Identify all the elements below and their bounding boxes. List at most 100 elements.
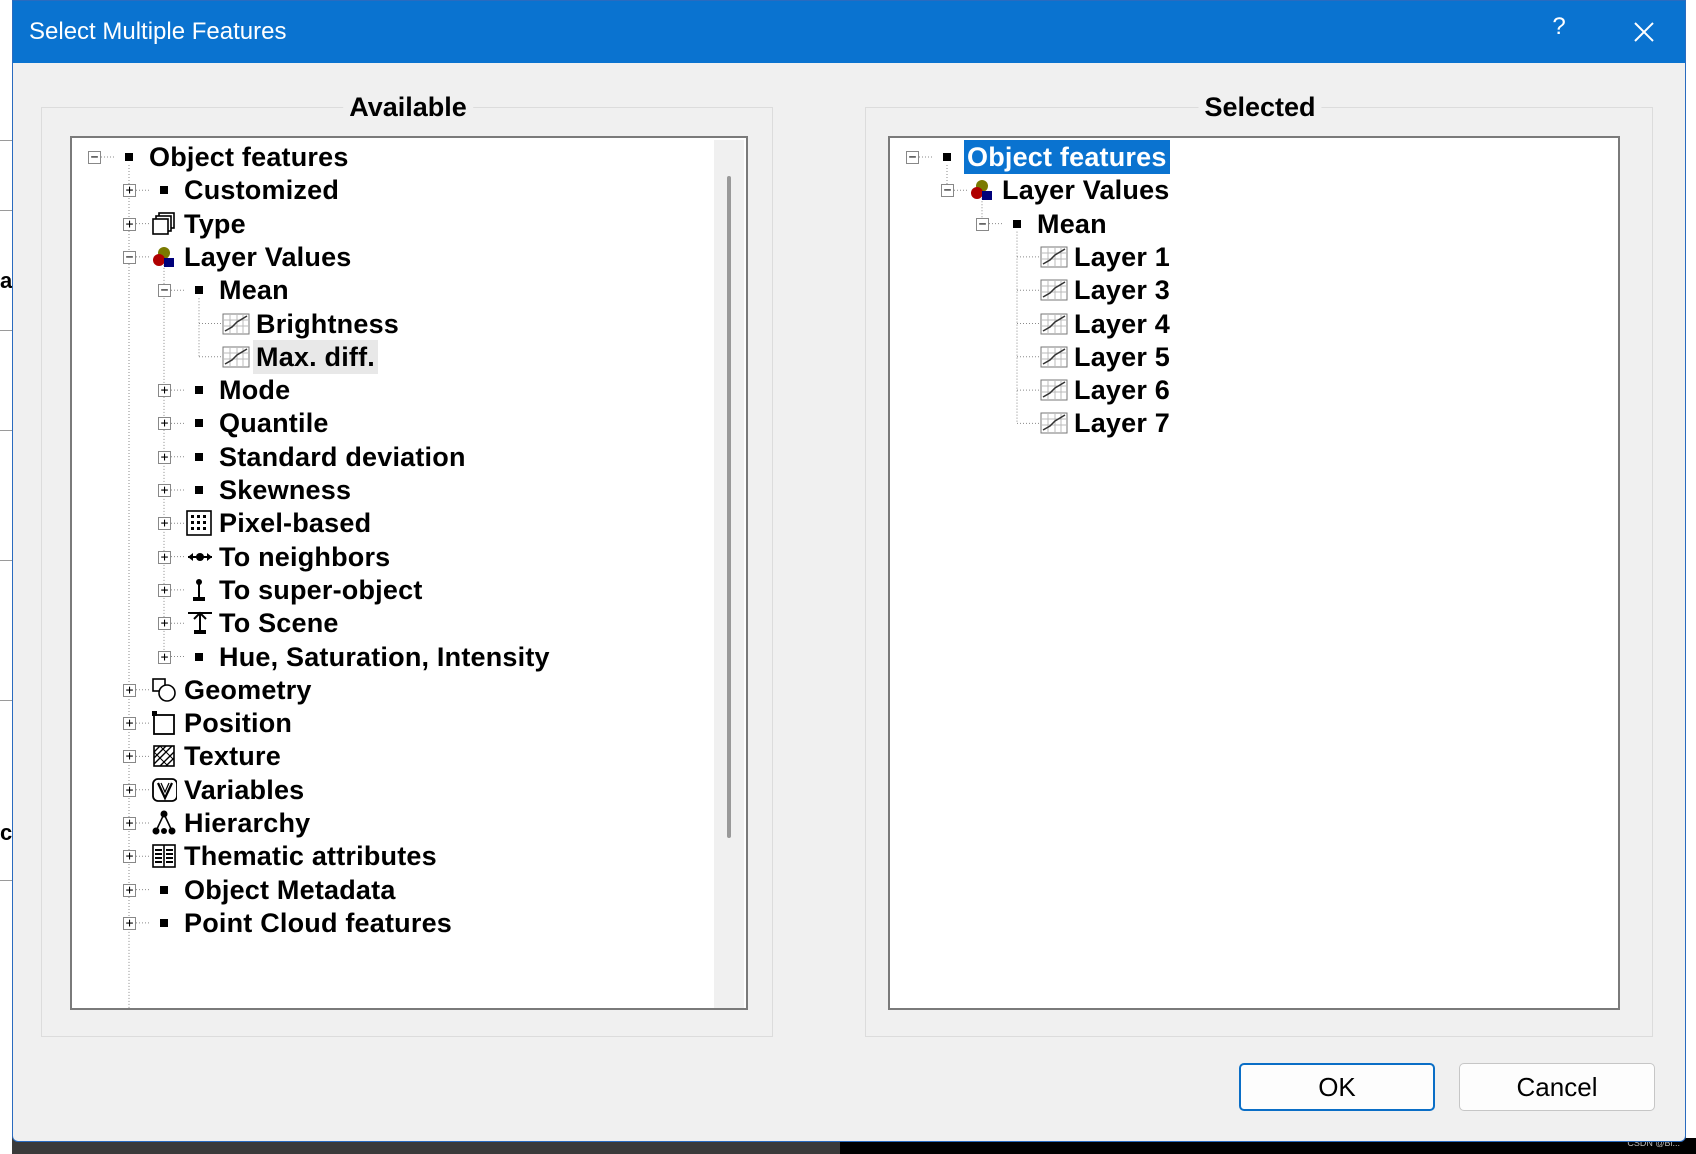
tree-item[interactable]: To Scene [216, 606, 342, 640]
tree-item[interactable]: Object features [964, 140, 1170, 174]
scrollbar-thumb[interactable] [727, 176, 731, 838]
title-bar[interactable]: Select Multiple Features ? [13, 1, 1685, 63]
background-line [0, 430, 12, 431]
cancel-button[interactable]: Cancel [1459, 1063, 1655, 1111]
tree-item[interactable]: Mode [216, 373, 293, 407]
feature-chart-icon [1039, 244, 1069, 270]
tree-item[interactable]: Layer 1 [1071, 240, 1173, 274]
tree-item[interactable]: Brightness [253, 307, 402, 341]
close-button[interactable] [1619, 9, 1667, 53]
tree-item[interactable]: Standard deviation [216, 440, 469, 474]
layer-values-icon [151, 244, 177, 270]
expand-icon[interactable]: + [158, 484, 171, 497]
feature-chart-icon [1039, 344, 1069, 370]
square-bullet-icon [186, 644, 212, 670]
tree-item-label: Standard deviation [219, 441, 466, 472]
background-line [0, 700, 12, 701]
expand-icon[interactable]: + [123, 883, 136, 897]
collapse-icon[interactable]: − [158, 284, 171, 298]
background-line [0, 210, 12, 211]
tree-item[interactable]: Type [181, 207, 249, 241]
collapse-icon[interactable]: − [123, 250, 136, 264]
feature-chart-icon [1039, 277, 1069, 303]
tree-item[interactable]: Object Metadata [181, 873, 399, 907]
available-scrollbar[interactable] [714, 140, 744, 1008]
tree-item[interactable]: Layer 4 [1071, 307, 1173, 341]
tree-item-label: To Scene [219, 608, 339, 639]
background-line [0, 880, 12, 881]
tree-item[interactable]: To neighbors [216, 540, 393, 574]
tree-item[interactable]: Max. diff. [253, 339, 379, 374]
square-bullet-icon [934, 144, 960, 170]
tree-item[interactable]: Layer 5 [1071, 340, 1173, 374]
tree-lines [919, 156, 1039, 424]
tree-item[interactable]: Skewness [216, 473, 354, 507]
square-bullet-icon [151, 877, 177, 903]
tree-item[interactable]: Layer 7 [1071, 406, 1173, 440]
tree-item[interactable]: Customized [181, 173, 342, 207]
expand-icon[interactable]: + [123, 717, 136, 731]
tree-item-label: Layer 1 [1074, 241, 1170, 272]
expand-icon[interactable]: + [123, 217, 136, 231]
square-bullet-icon [186, 377, 212, 403]
select-multiple-features-dialog: Select Multiple Features ? Available − Ob… [12, 0, 1686, 1142]
expand-icon[interactable]: + [158, 384, 171, 398]
expand-icon[interactable]: + [158, 517, 171, 531]
expand-icon[interactable]: + [123, 184, 136, 198]
tree-item[interactable]: Variables [181, 773, 307, 807]
square-bullet-icon [186, 410, 212, 436]
tree-item[interactable]: Layer 6 [1071, 373, 1173, 407]
background-window-strip: a c [0, 0, 12, 1154]
help-button[interactable]: ? [1539, 13, 1579, 41]
expand-icon[interactable]: + [123, 783, 136, 797]
selected-tree[interactable]: − Object features − Layer Values − Mean Layer … [888, 136, 1620, 1010]
tree-item-label: Object features [149, 142, 349, 172]
collapse-icon[interactable]: − [88, 151, 101, 164]
tree-item[interactable]: Mean [216, 273, 292, 307]
expand-icon[interactable]: + [123, 750, 136, 764]
expand-icon[interactable]: + [158, 650, 171, 664]
feature-chart-icon [1039, 410, 1069, 436]
feature-chart-icon [1039, 377, 1069, 403]
tree-item[interactable]: Hierarchy [181, 806, 313, 840]
tree-item-label: Hue, Saturation, Intensity [219, 641, 550, 672]
expand-icon[interactable]: + [123, 683, 136, 697]
selected-group: Selected − Object features − Layer Values − M… [865, 92, 1653, 1037]
tree-item-label: Skewness [219, 475, 352, 505]
ok-button[interactable]: OK [1239, 1063, 1435, 1111]
expand-icon[interactable]: + [158, 450, 171, 464]
tree-item[interactable]: Quantile [216, 406, 332, 440]
expand-icon[interactable]: + [123, 916, 136, 930]
expand-icon[interactable]: + [123, 817, 136, 830]
tree-item[interactable]: Point Cloud features [181, 906, 455, 940]
expand-icon[interactable]: + [158, 583, 171, 597]
available-group: Available − Object features + Customized + Ty… [41, 92, 773, 1037]
collapse-icon[interactable]: − [906, 151, 919, 164]
type-icon [151, 211, 177, 237]
tree-item[interactable]: Layer Values [999, 173, 1173, 207]
collapse-icon[interactable]: − [941, 184, 954, 198]
available-group-title: Available [343, 92, 473, 123]
tree-item[interactable]: Position [181, 706, 295, 740]
expand-icon[interactable]: + [158, 550, 171, 564]
expand-icon[interactable]: + [158, 417, 171, 431]
tree-item[interactable]: Thematic attributes [181, 839, 440, 873]
tree-item[interactable]: Layer 3 [1071, 273, 1173, 307]
tree-item-label: Layer 7 [1074, 408, 1170, 439]
collapse-icon[interactable]: − [976, 217, 989, 231]
tree-item[interactable]: Hue, Saturation, Intensity [216, 640, 553, 674]
square-bullet-icon [186, 277, 212, 303]
tree-item[interactable]: Mean [1034, 207, 1110, 241]
tree-item[interactable]: To super-object [216, 573, 426, 607]
tree-item[interactable]: Geometry [181, 673, 315, 707]
hierarchy-icon [151, 810, 177, 836]
square-bullet-icon [1004, 211, 1030, 237]
tree-item[interactable]: Object features [146, 140, 352, 174]
tree-item[interactable]: Texture [181, 739, 284, 773]
background-line [0, 560, 12, 561]
expand-icon[interactable]: + [158, 617, 171, 631]
tree-item[interactable]: Layer Values [181, 240, 355, 274]
expand-icon[interactable]: + [123, 850, 136, 864]
tree-item[interactable]: Pixel-based [216, 506, 374, 540]
available-tree[interactable]: − Object features + Customized + Type − Layer V… [70, 136, 748, 1010]
